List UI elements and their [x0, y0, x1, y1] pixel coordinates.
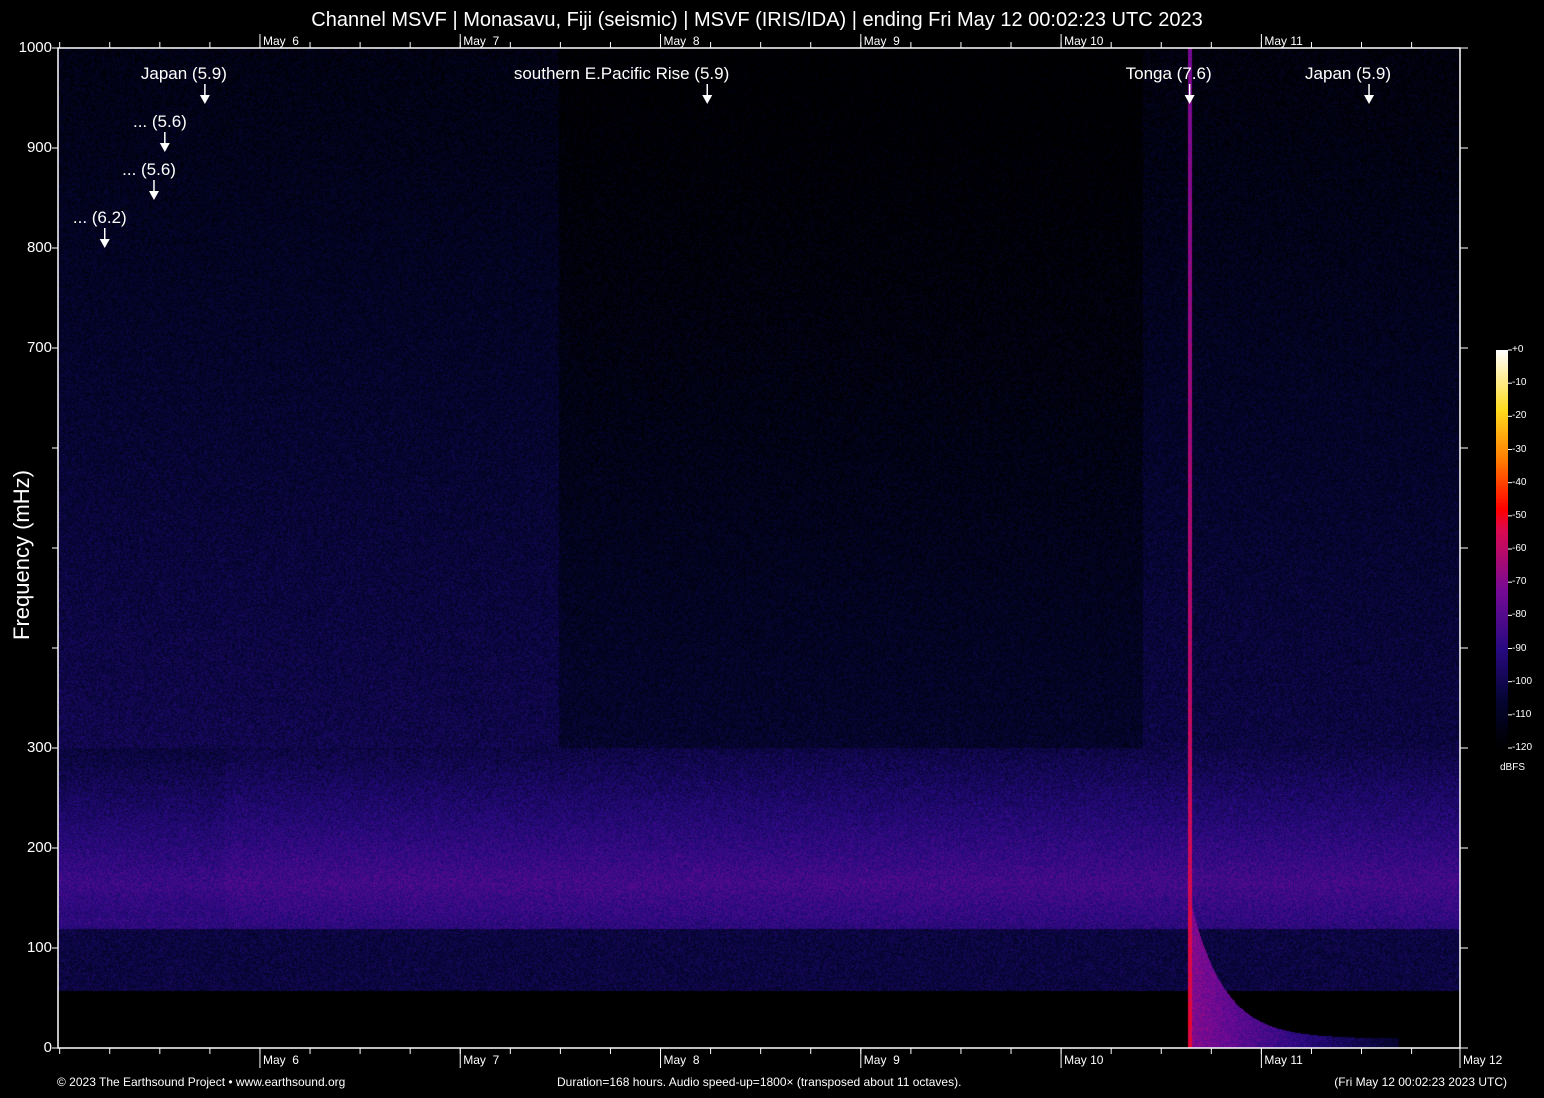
x-day-label: May 12	[1463, 1053, 1502, 1067]
axes	[0, 0, 1544, 1098]
event-arrow-icon	[200, 95, 210, 104]
plot-frame	[58, 48, 1460, 1048]
colorbar-tick-label: -60	[1512, 543, 1526, 554]
event-arrow-icon	[1364, 95, 1374, 104]
colorbar-tick-label: -30	[1512, 444, 1526, 455]
y-tick-label: 900	[27, 139, 52, 156]
footer-copyright: © 2023 The Earthsound Project • www.eart…	[57, 1075, 345, 1089]
x-day-label-top: May 8	[664, 34, 700, 48]
event-label: Japan (5.9)	[1305, 64, 1391, 84]
x-day-label: May 9	[864, 1053, 900, 1067]
event-arrow-icon	[702, 95, 712, 104]
x-day-label-top: May 10	[1064, 34, 1103, 48]
event-arrow-icon	[160, 143, 170, 152]
x-day-label-top: May 7	[463, 34, 499, 48]
y-tick-label: 100	[27, 939, 52, 956]
colorbar-tick-label: -20	[1512, 410, 1526, 421]
y-tick-label: 0	[44, 1039, 52, 1056]
y-tick-label: 200	[27, 839, 52, 856]
y-tick-label: 800	[27, 239, 52, 256]
event-label: Japan (5.9)	[141, 64, 227, 84]
x-day-label-top: May 11	[1264, 34, 1302, 48]
colorbar-tick-label: -50	[1512, 510, 1526, 521]
event-arrow-icon	[100, 239, 110, 248]
event-label: ... (5.6)	[122, 160, 176, 180]
y-tick-label: 300	[27, 739, 52, 756]
x-day-label: May 6	[263, 1053, 299, 1067]
colorbar-tick-label: -10	[1512, 377, 1526, 388]
event-label: ... (6.2)	[73, 208, 127, 228]
colorbar-tick-label: -70	[1512, 576, 1526, 587]
colorbar-tick-label: -40	[1512, 477, 1526, 488]
footer-duration: Duration=168 hours. Audio speed-up=1800×…	[557, 1075, 961, 1089]
colorbar-tick-label: -110	[1512, 709, 1531, 720]
colorbar-tick-label: -80	[1512, 609, 1526, 620]
event-label: ... (5.6)	[133, 112, 187, 132]
footer-timestamp: (Fri May 12 00:02:23 2023 UTC)	[1334, 1075, 1507, 1089]
x-day-label: May 10	[1064, 1053, 1103, 1067]
event-arrow-icon	[149, 191, 159, 200]
x-day-label: May 11	[1264, 1053, 1302, 1067]
event-arrow-icon	[1185, 95, 1195, 104]
colorbar-tick-label: -120	[1512, 742, 1532, 753]
x-day-label-top: May 9	[864, 34, 900, 48]
x-day-label: May 7	[463, 1053, 499, 1067]
event-label: southern E.Pacific Rise (5.9)	[514, 64, 729, 84]
y-tick-label: 700	[27, 339, 52, 356]
y-tick-label: 1000	[19, 39, 52, 56]
colorbar-label: dBFS	[1500, 762, 1525, 773]
colorbar-tick-label: -100	[1512, 676, 1532, 687]
event-label: Tonga (7.6)	[1126, 64, 1212, 84]
x-day-label: May 8	[664, 1053, 700, 1067]
x-day-label-top: May 6	[263, 34, 299, 48]
colorbar-tick-label: +0	[1512, 344, 1523, 355]
colorbar-tick-label: -90	[1512, 643, 1526, 654]
colorbar	[1496, 350, 1508, 748]
